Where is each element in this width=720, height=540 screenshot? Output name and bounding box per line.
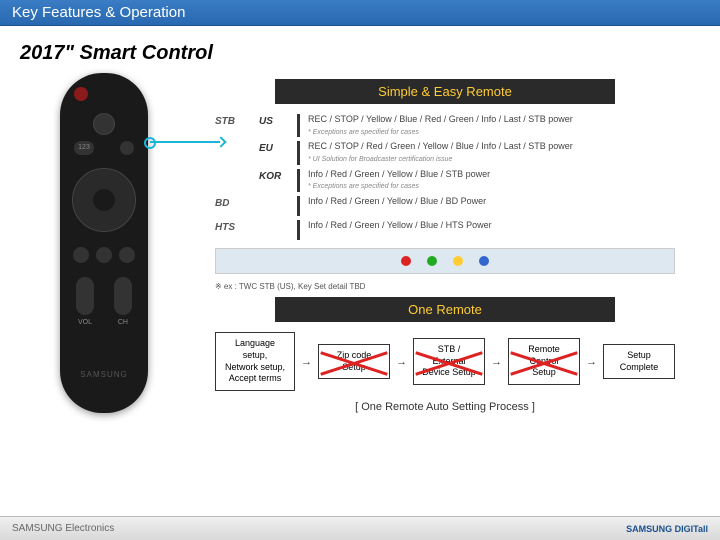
flow-step: RemoteControlSetup — [508, 338, 580, 385]
region-label — [259, 196, 297, 198]
slide-subtitle: 2017" Smart Control — [0, 26, 720, 73]
flow-step: SetupComplete — [603, 344, 675, 379]
category-label — [215, 141, 259, 143]
table-row: BD Info / Red / Green / Yellow / Blue / B… — [215, 196, 675, 216]
table-row: KOR Info / Red / Green / Yellow / Blue / … — [215, 169, 675, 192]
slide-footer: SAMSUNG Electronics SAMSUNG DIGITall — [0, 516, 720, 540]
category-label: STB — [215, 114, 259, 127]
table-row: STBUS REC / STOP / Yellow / Blue / Red / … — [215, 114, 675, 137]
description: Info / Red / Green / Yellow / Blue / HTS… — [308, 220, 675, 232]
callout-line — [150, 141, 220, 143]
description: REC / STOP / Red / Green / Yellow / Blue… — [308, 141, 675, 164]
control-row — [60, 247, 148, 263]
remote-illustration: 123 VOL CH SAMSUNG — [60, 73, 148, 413]
banner-simple-easy: Simple & Easy Remote — [275, 79, 615, 104]
brand-label: SAMSUNG — [60, 370, 148, 379]
divider — [297, 196, 300, 216]
blue-dot-icon — [479, 256, 489, 266]
slide-header: Key Features & Operation — [0, 0, 720, 26]
arrow-icon: → — [491, 356, 502, 368]
divider — [297, 169, 300, 192]
banner-one-remote: One Remote — [275, 297, 615, 322]
setup-flow: Language setup,Network setup,Accept term… — [215, 332, 675, 391]
region-label — [259, 220, 297, 222]
arrow-icon: → — [586, 356, 597, 368]
table-row: EU REC / STOP / Red / Green / Yellow / Bl… — [215, 141, 675, 164]
arrow-icon: → — [396, 356, 407, 368]
divider — [297, 114, 300, 137]
num-button: 123 — [74, 141, 94, 155]
mic-button-icon — [93, 113, 115, 135]
flow-step: Language setup,Network setup,Accept term… — [215, 332, 295, 391]
yellow-dot-icon — [453, 256, 463, 266]
flow-step: STB / ExternalDevice Setup — [413, 338, 485, 385]
description: REC / STOP / Yellow / Blue / Red / Green… — [308, 114, 675, 137]
green-dot-icon — [427, 256, 437, 266]
divider — [297, 220, 300, 240]
footer-logo: SAMSUNG DIGITall — [626, 524, 708, 534]
flow-caption: [ One Remote Auto Setting Process ] — [215, 401, 675, 413]
volume-rocker-icon — [76, 277, 94, 315]
category-label: BD — [215, 196, 259, 209]
arrow-icon: → — [301, 356, 312, 368]
icon-bar — [215, 248, 675, 274]
description: Info / Red / Green / Yellow / Blue / BD … — [308, 196, 675, 208]
category-label: HTS — [215, 220, 259, 233]
feature-table: STBUS REC / STOP / Yellow / Blue / Red / … — [215, 114, 675, 240]
power-button-icon — [74, 87, 88, 101]
footer-left: SAMSUNG Electronics — [12, 523, 114, 534]
divider — [297, 141, 300, 164]
region-label: KOR — [259, 169, 297, 182]
region-label: US — [259, 114, 297, 127]
dpad-icon — [72, 168, 136, 232]
footnote: ※ ex : TWC STB (US), Key Set detail TBD — [215, 282, 675, 291]
description: Info / Red / Green / Yellow / Blue / STB… — [308, 169, 675, 192]
region-label: EU — [259, 141, 297, 154]
category-label — [215, 169, 259, 171]
extra-button-icon — [120, 141, 134, 155]
channel-rocker-icon — [114, 277, 132, 315]
table-row: HTS Info / Red / Green / Yellow / Blue / … — [215, 220, 675, 240]
vol-label: VOL — [78, 319, 92, 326]
right-panel: Simple & Easy Remote STBUS REC / STOP / Y… — [215, 73, 675, 413]
ch-label: CH — [118, 319, 128, 326]
red-dot-icon — [401, 256, 411, 266]
flow-step: Zip codeSetup — [318, 344, 390, 379]
